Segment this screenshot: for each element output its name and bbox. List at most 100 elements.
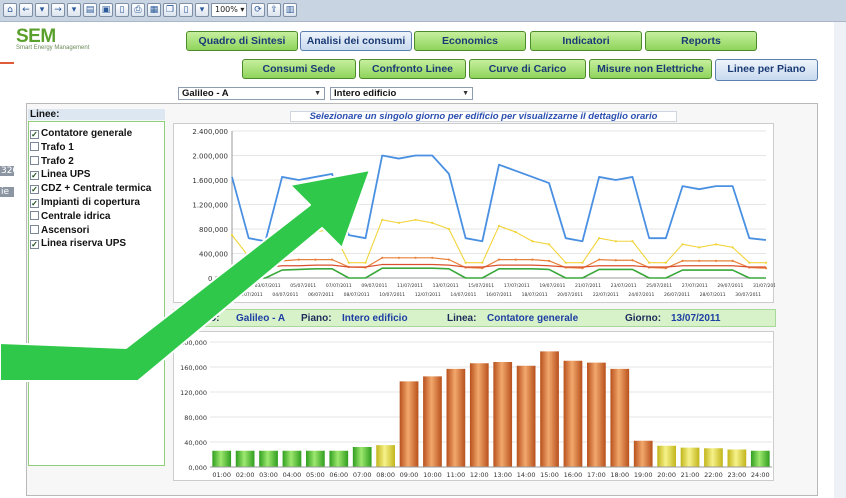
x-tick-label: 18:00 bbox=[610, 471, 629, 479]
x-tick-label: 25/07/2011 bbox=[646, 283, 672, 289]
x-tick-label: 10:00 bbox=[423, 471, 442, 479]
back-icon[interactable]: ← bbox=[19, 3, 33, 17]
x-tick-label: 13:00 bbox=[493, 471, 512, 479]
checkbox-unchecked[interactable] bbox=[30, 141, 39, 151]
y-tick-label: 40,000 bbox=[184, 439, 207, 447]
chart-icon[interactable]: ▥ bbox=[283, 3, 297, 17]
print-icon[interactable]: ⎙ bbox=[131, 3, 145, 17]
y-tick-label: 800,000 bbox=[199, 226, 228, 234]
data-point bbox=[564, 261, 567, 264]
checkbox-unchecked[interactable] bbox=[30, 224, 39, 234]
data-point bbox=[431, 221, 434, 224]
x-tick-label: 07/07/2011 bbox=[326, 283, 352, 289]
line-checkbox-row[interactable]: Trafo 2 bbox=[30, 155, 74, 169]
accent-line bbox=[0, 62, 14, 64]
data-point bbox=[397, 256, 400, 259]
document-icon[interactable]: ▯ bbox=[115, 3, 129, 17]
dropdown-icon[interactable]: ▾ bbox=[35, 3, 49, 17]
x-tick-label: 14/07/2011 bbox=[450, 292, 476, 298]
data-point bbox=[464, 261, 467, 264]
y-tick-label: 120,000 bbox=[180, 389, 207, 397]
line-checkbox-row[interactable]: ✓ Impianti di copertura bbox=[30, 197, 140, 210]
y-tick-label: 2.000,000 bbox=[192, 153, 228, 161]
x-tick-label: 11:00 bbox=[447, 471, 466, 479]
x-tick-label: 06:00 bbox=[329, 471, 348, 479]
tab-economics[interactable]: Economics bbox=[414, 31, 526, 51]
daily-consumption-chart[interactable]: 0,000 400,000 800,000 1.200,000 1.600,000 2.0… bbox=[173, 123, 779, 304]
tab-misure-non-elettriche[interactable]: Misure non Elettriche bbox=[589, 59, 712, 79]
x-tick-label: 11/07/2011 bbox=[397, 283, 423, 289]
data-point bbox=[581, 261, 584, 264]
home-icon[interactable]: ⌂ bbox=[3, 3, 17, 17]
tab-confronto-linee[interactable]: Confronto Linee bbox=[359, 59, 466, 79]
day-label: Giorno: bbox=[625, 313, 662, 324]
data-point bbox=[264, 261, 267, 264]
building-label: Edificio: bbox=[180, 313, 220, 324]
page-icon[interactable]: ▯ bbox=[179, 3, 193, 17]
data-point bbox=[614, 259, 617, 262]
checkbox-checked[interactable]: ✓ bbox=[30, 199, 39, 208]
hourly-bar bbox=[704, 448, 723, 467]
data-point bbox=[414, 256, 417, 259]
chevron-down-icon: ▼ bbox=[314, 90, 321, 97]
checkbox-checked[interactable]: ✓ bbox=[30, 130, 39, 139]
data-point bbox=[698, 259, 701, 262]
export-icon[interactable]: ⇪ bbox=[267, 3, 281, 17]
hourly-bar bbox=[540, 351, 559, 467]
checkbox-checked[interactable]: ✓ bbox=[30, 240, 39, 250]
x-tick-label: 10/07/2011 bbox=[379, 292, 405, 298]
copy-icon[interactable]: ❐ bbox=[163, 3, 177, 17]
data-point bbox=[547, 243, 551, 246]
hourly-bar bbox=[399, 381, 419, 467]
data-point bbox=[514, 230, 517, 234]
line-chart-svg[interactable]: 0,000 400,000 800,000 1.200,000 1.600,000 2.0… bbox=[174, 124, 779, 304]
line-checkbox-row[interactable]: ✓ Linea riserva UPS bbox=[30, 238, 126, 251]
save-icon[interactable]: ▣ bbox=[99, 3, 113, 17]
tab-reports[interactable]: Reports bbox=[645, 31, 757, 51]
zoom-select[interactable]: 100% ▾ bbox=[211, 3, 247, 17]
y-tick-label: 400,000 bbox=[199, 251, 228, 259]
data-point bbox=[297, 258, 300, 261]
data-point bbox=[614, 240, 617, 243]
hourly-bar bbox=[469, 363, 489, 467]
floor-select[interactable]: Intero edificio ▼ bbox=[330, 87, 473, 100]
background-window-edge: 320 ie bbox=[0, 22, 14, 498]
y-tick-label: 1.200,000 bbox=[192, 202, 228, 210]
dropdown-icon[interactable]: ▾ bbox=[195, 3, 209, 17]
tab-analisi-dei-consumi[interactable]: Analisi dei consumi bbox=[300, 31, 412, 51]
dropdown-icon[interactable]: ▾ bbox=[67, 3, 81, 17]
line-checkbox-label: Linea riserva UPS bbox=[41, 238, 127, 250]
checkbox-checked[interactable]: ✓ bbox=[30, 171, 39, 181]
line-checkbox-row[interactable]: ✓ Linea UPS bbox=[30, 169, 90, 182]
day-value: 13/07/2011 bbox=[671, 313, 721, 324]
y-tick-label: 0,000 bbox=[188, 464, 207, 472]
building-select[interactable]: Galileo - A ▼ bbox=[178, 87, 325, 100]
tab-quadro-di-sintesi[interactable]: Quadro di Sintesi bbox=[186, 31, 298, 51]
hourly-bar bbox=[446, 368, 466, 467]
x-tick-label: 01/07/2011 bbox=[219, 283, 245, 289]
refresh-icon[interactable]: ⟳ bbox=[251, 3, 265, 17]
line-checkbox-label: Centrale idrica bbox=[41, 210, 111, 222]
open-folder-icon[interactable]: ▤ bbox=[83, 3, 97, 17]
x-tick-label: 31/07/2011 bbox=[753, 283, 775, 289]
series-line bbox=[231, 154, 767, 243]
tab-indicatori[interactable]: Indicatori bbox=[530, 31, 642, 51]
tab-consumi-sede[interactable]: Consumi Sede bbox=[242, 59, 356, 79]
print-preview-icon[interactable]: ▦ bbox=[147, 3, 161, 17]
forward-icon[interactable]: → bbox=[51, 3, 65, 17]
line-checkbox-label: Trafo 1 bbox=[41, 141, 74, 153]
line-checkbox-row[interactable]: Trafo 1 bbox=[30, 141, 74, 155]
line-checkbox-row[interactable]: Ascensori bbox=[30, 224, 89, 238]
x-tick-label: 18/07/2011 bbox=[522, 292, 548, 298]
tab-linee-per-piano[interactable]: Linee per Piano bbox=[715, 59, 818, 81]
data-point bbox=[381, 256, 384, 259]
line-checkbox-row[interactable]: ✓ CDZ + Centrale termica bbox=[30, 183, 151, 196]
x-tick-label: 22:00 bbox=[704, 471, 723, 479]
tab-curve-di-carico[interactable]: Curve di Carico bbox=[469, 59, 586, 79]
checkbox-unchecked[interactable] bbox=[30, 155, 39, 165]
checkbox-checked[interactable]: ✓ bbox=[30, 185, 39, 195]
data-point bbox=[230, 234, 234, 237]
line-checkbox-row[interactable]: ✓ Contatore generale bbox=[30, 128, 132, 141]
line-checkbox-row[interactable]: Centrale idrica bbox=[30, 210, 111, 224]
checkbox-unchecked[interactable] bbox=[30, 210, 39, 220]
